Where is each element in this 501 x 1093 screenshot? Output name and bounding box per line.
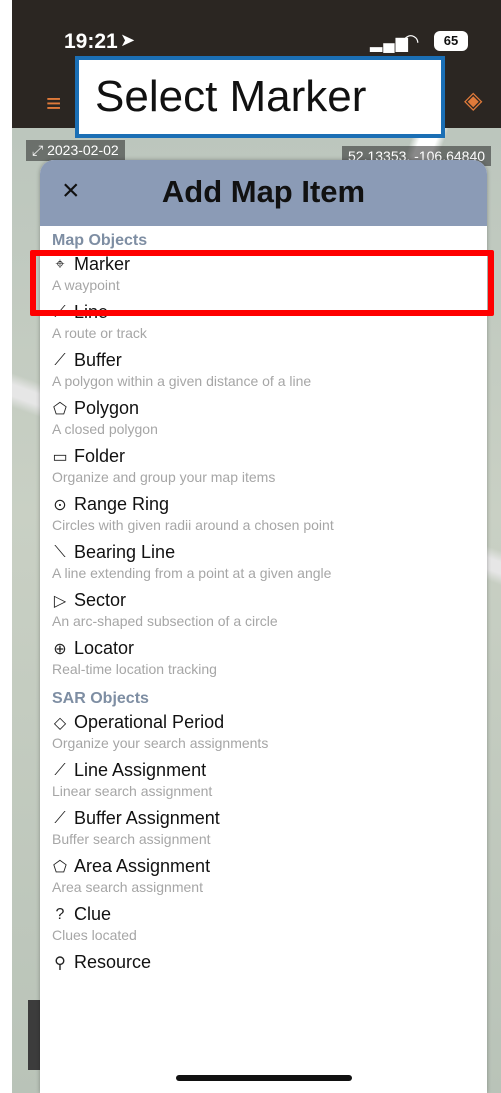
wifi-icon: ◠ [402,31,420,53]
item-top-row: ⟋ Buffer [52,350,475,371]
line-assignment-icon: ⟋ [54,761,66,779]
item-top-row: ? Clue [52,904,475,925]
item-top-row: ▭ Folder [52,446,475,467]
item-top-row: ⊙ Range Ring [52,494,475,515]
item-label: Sector [74,590,127,610]
item-sector[interactable]: ▷ Sector An arc-shaped subsection of a cir… [40,588,487,636]
resource-icon: ⚲ [54,954,66,972]
item-bearing-line[interactable]: ⟍ Bearing Line A line extending from a poi… [40,540,487,588]
item-label: Operational Period [74,712,225,732]
item-description: Real-time location tracking [52,661,217,677]
item-top-row: ⬠ Polygon [52,398,475,419]
phone-screen: 19:21 ➤ ▂▄▆ ◠ 65 ≡ ◈ ⤢ 2023-02-02 52.133… [12,0,501,1093]
item-list: Map Objects ⌖ Marker A waypoint ⟋ Line A route… [40,226,487,998]
item-top-row: ⟋ Line Assignment [52,760,475,781]
item-label: Buffer Assignment [74,808,220,828]
item-polygon[interactable]: ⬠ Polygon A closed polygon [40,396,487,444]
location-arrow-icon: ➤ [120,30,136,50]
item-description: A polygon within a given distance of a l… [52,373,312,389]
item-top-row: ⊕ Locator [52,638,475,659]
sheet-header: × Add Map Item [40,160,487,226]
layers-icon[interactable]: ◈ [464,86,482,115]
item-description: Area search assignment [52,879,203,895]
menu-icon[interactable]: ≡ [46,88,61,119]
map-date: ⤢ 2023-02-02 [26,140,125,161]
buffer-assignment-icon: ⟋ [54,809,66,827]
item-description: Buffer search assignment [52,831,211,847]
instruction-callout: Select Marker [75,56,445,138]
buffer-icon: ⟋ [54,351,66,369]
item-description: A route or track [52,325,147,341]
item-folder[interactable]: ▭ Folder Organize and group your map items [40,444,487,492]
item-top-row: ⬠ Area Assignment [52,856,475,877]
item-top-row: ⚲ Resource [52,952,475,973]
range-ring-icon: ⊙ [53,496,67,514]
item-top-row: ◇ Operational Period [52,712,475,733]
item-label: Buffer [74,350,122,370]
item-label: Folder [74,446,126,466]
item-range-ring[interactable]: ⊙ Range Ring Circles with given radii arou… [40,492,487,540]
status-time: 19:21 [64,30,118,53]
item-buffer[interactable]: ⟋ Buffer A polygon within a given distance… [40,348,487,396]
item-description: Organize and group your map items [52,469,276,485]
item-description: Organize your search assignments [52,735,269,751]
item-label: Resource [74,952,152,972]
item-description: Clues located [52,927,137,943]
item-label: Clue [74,904,112,924]
section-title: Map Objects [52,232,148,249]
item-top-row: ⟍ Bearing Line [52,542,475,563]
sector-icon: ▷ [53,592,67,610]
item-line-assignment[interactable]: ⟋ Line Assignment Linear search assignment [40,758,487,806]
item-description: Circles with given radii around a chosen… [52,517,334,533]
bearing-line-icon: ⟍ [54,543,66,561]
area-assignment-icon: ⬠ [53,858,67,876]
item-top-row: ⟋ Buffer Assignment [52,808,475,829]
item-area-assignment[interactable]: ⬠ Area Assignment Area search assignment [40,854,487,902]
marker-highlight-box [30,250,494,316]
battery-icon: 65 [434,31,468,51]
item-description: Linear search assignment [52,783,213,799]
polygon-icon: ⬠ [53,400,67,418]
sheet-title: Add Map Item [161,174,366,209]
item-description: A line extending from a point at a given… [52,565,332,581]
folder-icon: ▭ [52,448,68,466]
item-label: Line Assignment [74,760,207,780]
expand-icon[interactable]: ⤢ [32,142,43,158]
item-operational-period[interactable]: ◇ Operational Period Organize your search … [40,710,487,758]
section-title: SAR Objects [52,690,149,707]
item-label: Locator [74,638,135,658]
item-description: A closed polygon [52,421,158,437]
item-locator[interactable]: ⊕ Locator Real-time location tracking [40,636,487,684]
item-top-row: ▷ Sector [52,590,475,611]
item-clue[interactable]: ? Clue Clues located [40,902,487,950]
operational-period-icon: ◇ [53,714,67,732]
clue-icon: ? [55,905,65,923]
item-label: Range Ring [74,494,170,514]
locator-icon: ⊕ [53,640,67,658]
item-description: An arc-shaped subsection of a circle [52,613,278,629]
item-buffer-assignment[interactable]: ⟋ Buffer Assignment Buffer search assignme… [40,806,487,854]
item-resource[interactable]: ⚲ Resource [40,950,487,998]
item-label: Bearing Line [74,542,176,562]
item-label: Area Assignment [74,856,211,876]
item-label: Polygon [74,398,140,418]
home-indicator [176,1075,352,1081]
